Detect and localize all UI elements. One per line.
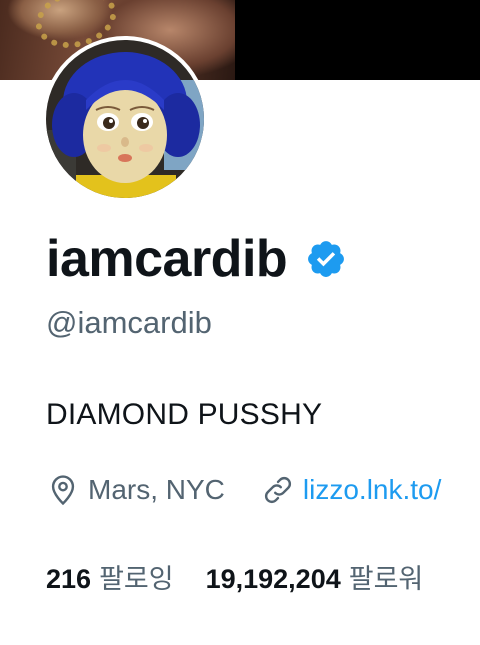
display-name-row: iamcardib: [46, 224, 347, 294]
location-pin-icon: [51, 475, 75, 506]
website-link[interactable]: lizzo.lnk.to/: [303, 474, 442, 506]
profile-avatar[interactable]: [42, 36, 208, 202]
follow-stats: 216 팔로잉 19,192,204 팔로워: [46, 556, 423, 596]
profile-bio: DIAMOND PUSSHY: [46, 398, 323, 431]
profile-meta: Mars, NYC lizzo.lnk.to/: [46, 470, 441, 510]
website-item[interactable]: lizzo.lnk.to/: [261, 473, 442, 507]
followers-count: 19,192,204: [205, 563, 341, 594]
display-name: iamcardib: [46, 230, 288, 288]
following-label: 팔로잉: [99, 563, 174, 594]
location-item: Mars, NYC: [46, 473, 225, 507]
link-icon: [264, 476, 291, 504]
location-text: Mars, NYC: [88, 474, 225, 505]
following-stat[interactable]: 216 팔로잉: [46, 557, 174, 596]
followers-label: 팔로워: [348, 563, 424, 594]
followers-stat[interactable]: 19,192,204 팔로워: [206, 557, 424, 596]
verified-badge-icon[interactable]: [305, 238, 347, 280]
profile-handle: @iamcardib: [46, 305, 212, 340]
avatar-doll-image: [46, 40, 204, 198]
following-count: 216: [46, 563, 92, 594]
